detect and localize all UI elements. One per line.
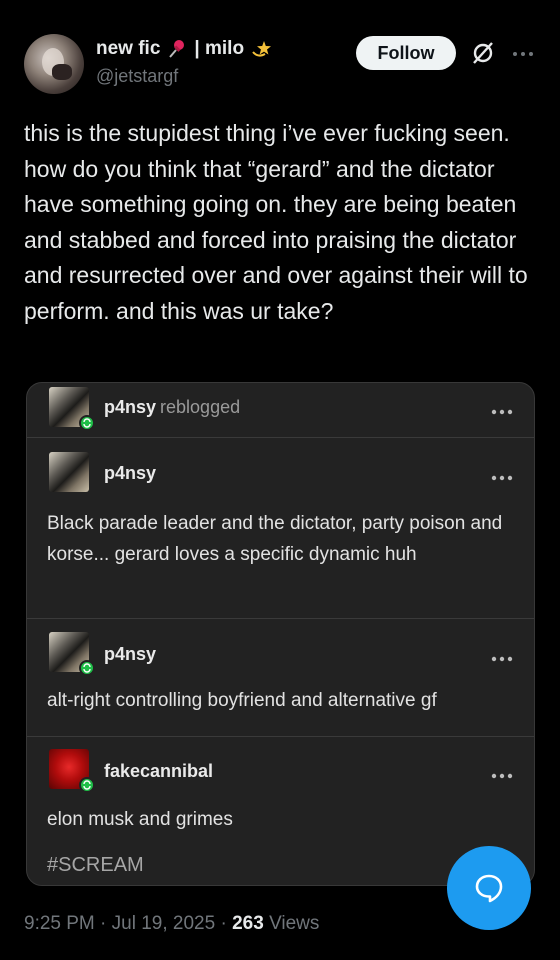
reblog-action: reblogged [160, 397, 241, 417]
avatar [49, 749, 95, 793]
follow-button[interactable]: Follow [356, 36, 456, 70]
tweet-text: this is the stupidest thing i’ve ever fu… [24, 120, 528, 324]
grok-icon[interactable] [470, 40, 496, 66]
tweet-header: new fic | milo @jetstargf Follow [0, 0, 560, 100]
more-horizontal-icon [490, 650, 514, 662]
quoted-image[interactable]: p4nsy reblogged p4nsy Black parade leader… [26, 382, 535, 886]
post-user: fakecannibal [104, 761, 214, 781]
tweet-meta: 9:25 PM · Jul 19, 2025 · 263 Views [24, 913, 319, 935]
avatar [49, 452, 93, 496]
list-item: p4nsy alt-right controlling boyfriend an… [27, 619, 534, 737]
pushpin-icon [166, 38, 188, 60]
separator: · [220, 913, 227, 934]
post-tag: #SCREAM [47, 854, 144, 876]
avatar [49, 387, 95, 431]
list-item: p4nsy Black parade leader and the dictat… [27, 438, 534, 619]
reblog-header: p4nsy reblogged [27, 383, 534, 438]
post-user: p4nsy [104, 463, 157, 483]
post-text: elon musk and grimes [47, 809, 233, 830]
more-horizontal-icon [490, 767, 514, 779]
reply-bubble-icon [475, 874, 503, 903]
separator: · [100, 913, 107, 934]
post-text: alt-right controlling boyfriend and alte… [47, 690, 437, 711]
author-display-name[interactable]: new fic [96, 38, 160, 60]
tweet-time[interactable]: 9:25 PM [24, 913, 95, 934]
views-count: 263 [232, 913, 264, 934]
avatar [49, 632, 95, 676]
repost-icon [79, 660, 95, 676]
post-user: p4nsy [104, 644, 157, 664]
more-horizontal-icon[interactable] [510, 44, 536, 64]
more-horizontal-icon [490, 403, 514, 415]
reply-button[interactable] [447, 846, 531, 930]
post-text: Black parade leader and the dictator, pa… [47, 513, 503, 565]
author-name-suffix[interactable]: | milo [194, 38, 244, 60]
author-name-row[interactable]: new fic | milo [96, 36, 272, 62]
author-handle[interactable]: @jetstargf [96, 66, 178, 87]
reblog-user: p4nsy reblogged [104, 397, 241, 417]
tweet-date[interactable]: Jul 19, 2025 [112, 913, 216, 934]
author-avatar[interactable] [24, 34, 84, 94]
repost-icon [79, 777, 95, 793]
dizzy-star-icon [250, 38, 272, 60]
views-label: Views [269, 913, 320, 934]
more-horizontal-icon [490, 469, 514, 481]
repost-icon [79, 415, 95, 431]
